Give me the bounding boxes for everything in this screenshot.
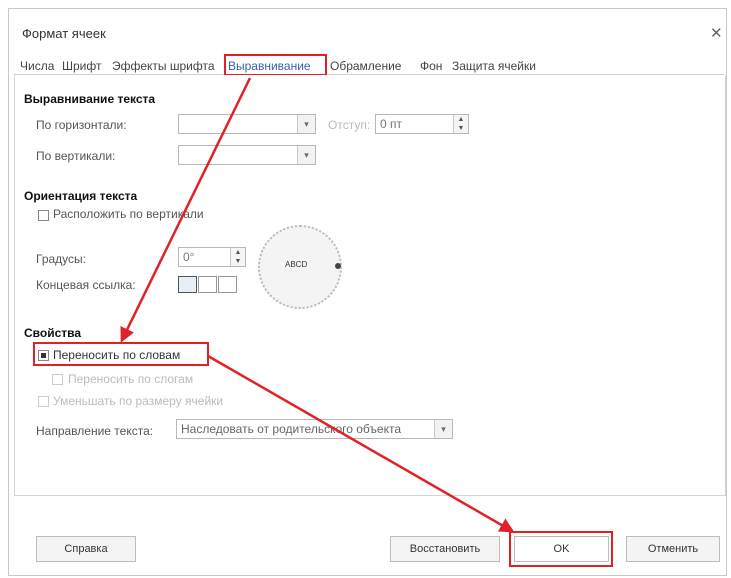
annotation-arrows [120,77,515,533]
arrow-wrap-to-ok [207,354,515,533]
arrow-tab-to-wrap [120,77,252,343]
